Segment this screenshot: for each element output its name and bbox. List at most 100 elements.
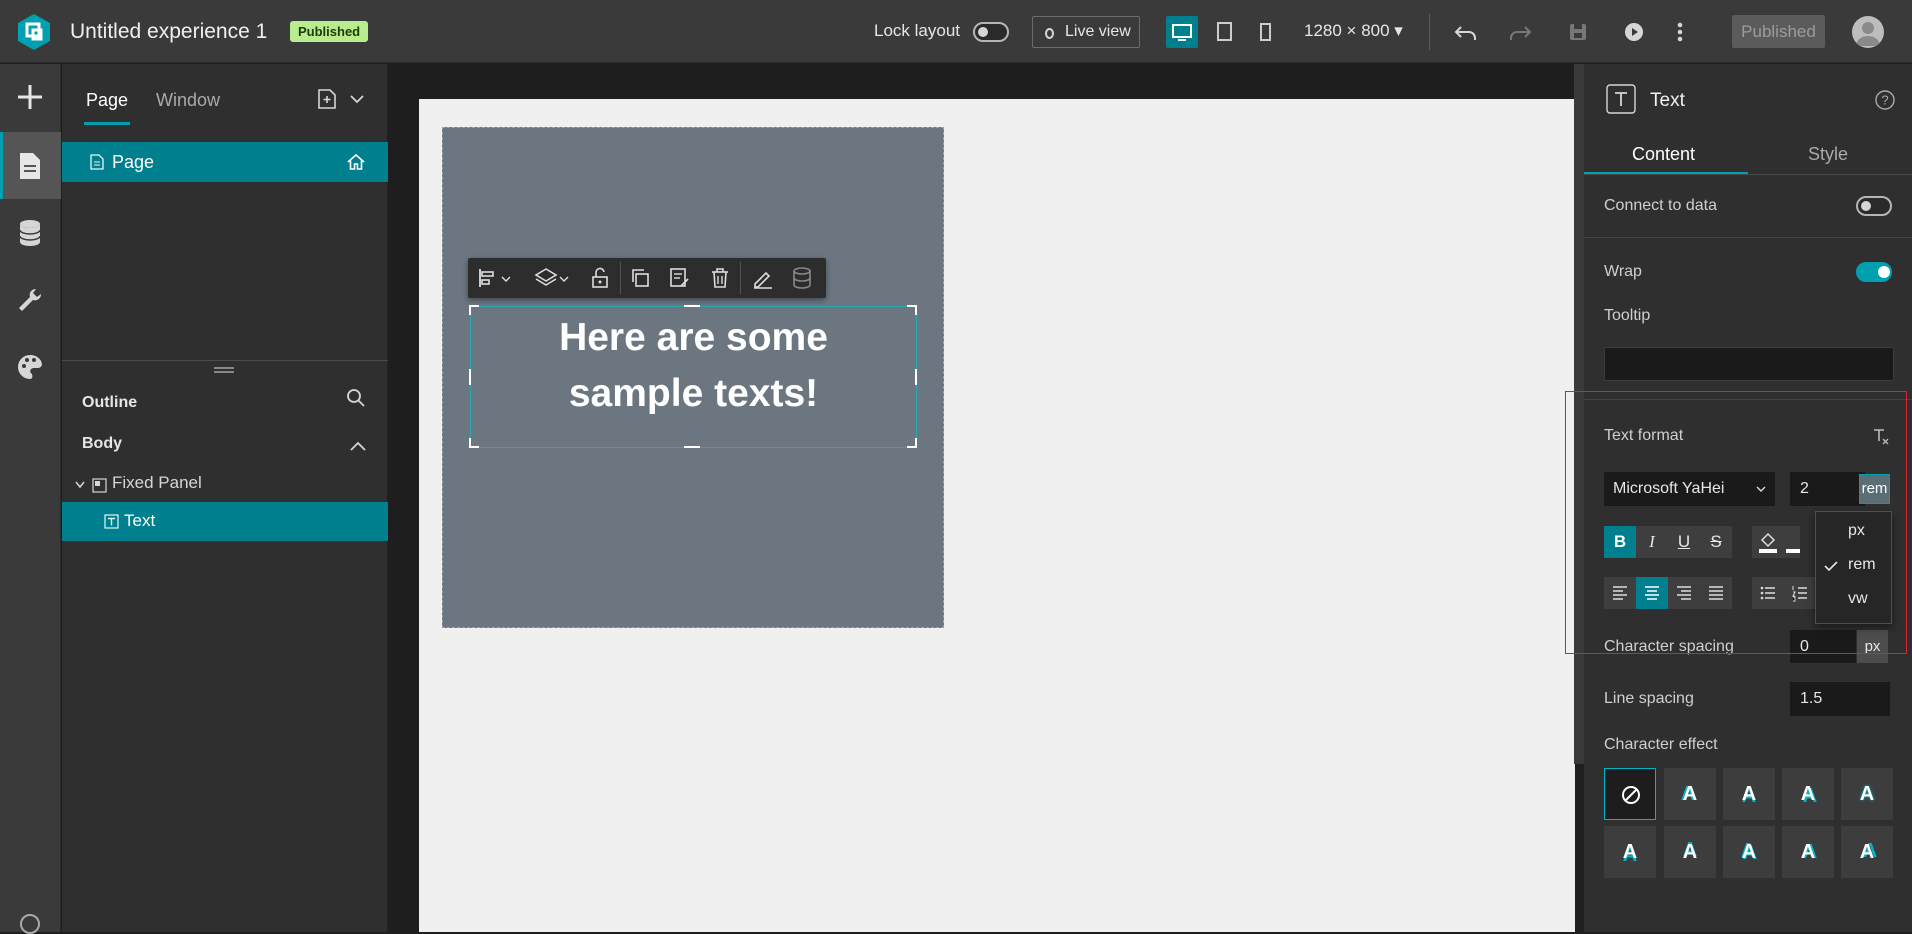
effect-option[interactable]: A [1664, 768, 1716, 820]
live-view-button[interactable]: Live view [1032, 16, 1140, 48]
connect-to-data-label: Connect to data [1604, 197, 1717, 214]
effect-option[interactable]: A [1841, 768, 1893, 820]
wrench-icon [19, 288, 42, 311]
effect-option[interactable]: A [1723, 768, 1775, 820]
effect-option[interactable]: A [1664, 826, 1716, 878]
help-icon[interactable]: ? [1874, 89, 1896, 111]
database-icon[interactable] [790, 266, 814, 290]
outline-item-text[interactable]: Text [62, 502, 388, 541]
resize-handle-ne[interactable] [907, 305, 917, 315]
help-icon[interactable] [20, 914, 40, 934]
layers-icon[interactable] [534, 266, 558, 290]
sample-text-line: Here are some [559, 316, 828, 359]
copy-style-icon[interactable] [667, 266, 691, 290]
rail-settings[interactable] [0, 266, 61, 333]
rail-pages[interactable] [0, 132, 61, 199]
expand-chevron-icon[interactable] [74, 479, 86, 491]
connect-to-data-toggle[interactable] [1856, 196, 1892, 216]
effect-glyph: A [1682, 841, 1698, 863]
outline-text-label: Text [124, 511, 156, 530]
rail-data[interactable] [0, 199, 61, 266]
page-menu-chevron-icon[interactable] [348, 90, 366, 113]
tab-window[interactable]: Window [156, 90, 220, 111]
tooltip-label: Tooltip [1604, 307, 1651, 324]
rail-add-widget[interactable] [0, 64, 61, 131]
rail-theme[interactable] [0, 333, 61, 400]
resize-handle-se[interactable] [907, 438, 917, 448]
tab-page[interactable]: Page [86, 90, 128, 111]
publish-button[interactable]: Published [1732, 15, 1825, 48]
more-vertical-icon [1677, 22, 1683, 42]
text-widget-icon [104, 514, 119, 529]
palette-icon [18, 354, 42, 379]
avatar[interactable] [1852, 16, 1884, 48]
tablet-icon [1217, 22, 1232, 41]
widget-floating-toolbar [468, 258, 826, 298]
effect-option[interactable]: A [1782, 768, 1834, 820]
live-view-icon [1045, 28, 1054, 39]
sample-text[interactable]: Here are some sample texts! [470, 310, 917, 422]
effect-option[interactable]: A [1723, 826, 1775, 878]
tab-style[interactable]: Style [1808, 144, 1848, 165]
divider [620, 262, 621, 294]
divider [740, 262, 741, 294]
top-bar: Untitled experience 1 Published Lock lay… [0, 0, 1912, 63]
tablet-view-button[interactable] [1208, 16, 1240, 48]
effect-glyph: A [1859, 841, 1875, 863]
page-list-item[interactable]: Page [62, 142, 388, 182]
panel-title: Text [1650, 90, 1685, 111]
trash-icon[interactable] [708, 266, 732, 290]
home-icon [347, 153, 365, 170]
save-button[interactable] [1564, 18, 1592, 46]
duplicate-icon[interactable] [628, 266, 652, 290]
chevron-down-icon[interactable] [559, 275, 569, 283]
effect-option[interactable]: A [1782, 826, 1834, 878]
character-effect-label: Character effect [1604, 736, 1718, 753]
align-icon[interactable] [476, 266, 500, 290]
resize-handle-nw[interactable] [469, 305, 479, 315]
outline-title: Outline [82, 394, 138, 411]
page-label: Page [112, 152, 155, 172]
resize-handle[interactable] [214, 367, 234, 373]
desktop-icon [1172, 24, 1192, 41]
divider [1584, 237, 1912, 238]
resolution-select[interactable]: 1280 × 800 ▾ [1304, 21, 1403, 41]
chevron-up-icon[interactable] [349, 439, 367, 453]
app-logo-icon[interactable] [14, 12, 54, 52]
effect-option[interactable]: A [1604, 826, 1656, 878]
line-spacing-input[interactable]: 1.5 [1790, 682, 1890, 716]
lock-layout-toggle[interactable] [973, 22, 1009, 42]
save-icon [1570, 24, 1586, 40]
resize-handle-sw[interactable] [469, 438, 479, 448]
active-tab-indicator [84, 122, 130, 125]
outline-body-label[interactable]: Body [82, 435, 122, 453]
effect-none[interactable] [1604, 768, 1656, 820]
undo-button[interactable] [1452, 18, 1480, 46]
more-options-button[interactable] [1666, 18, 1694, 46]
search-icon[interactable] [346, 388, 366, 408]
app-title[interactable]: Untitled experience 1 [70, 20, 267, 44]
resize-handle-n[interactable] [684, 305, 700, 307]
effect-option[interactable]: A [1841, 826, 1893, 878]
fixed-panel-icon [92, 478, 107, 493]
chevron-down-icon[interactable] [501, 275, 511, 283]
effect-glyph: A [1741, 783, 1757, 805]
wrap-toggle[interactable] [1856, 262, 1892, 282]
add-page-button[interactable] [316, 88, 338, 115]
edit-pencil-icon[interactable] [751, 266, 775, 290]
resize-handle-e[interactable] [915, 369, 917, 385]
preview-button[interactable] [1620, 18, 1648, 46]
outline-item-fixed-panel[interactable]: Fixed Panel [112, 473, 202, 493]
effect-glyph: A [1800, 841, 1816, 863]
phone-view-button[interactable] [1249, 16, 1281, 48]
live-view-label: Live view [1065, 23, 1131, 40]
left-icon-rail [0, 64, 61, 934]
unlock-icon[interactable] [588, 266, 612, 290]
redo-button[interactable] [1506, 18, 1534, 46]
tab-content[interactable]: Content [1632, 144, 1695, 165]
desktop-view-button[interactable] [1166, 16, 1198, 48]
page-icon [20, 153, 40, 179]
resize-handle-s[interactable] [684, 446, 700, 448]
resize-handle-w[interactable] [469, 369, 471, 385]
tooltip-input[interactable] [1604, 347, 1894, 381]
